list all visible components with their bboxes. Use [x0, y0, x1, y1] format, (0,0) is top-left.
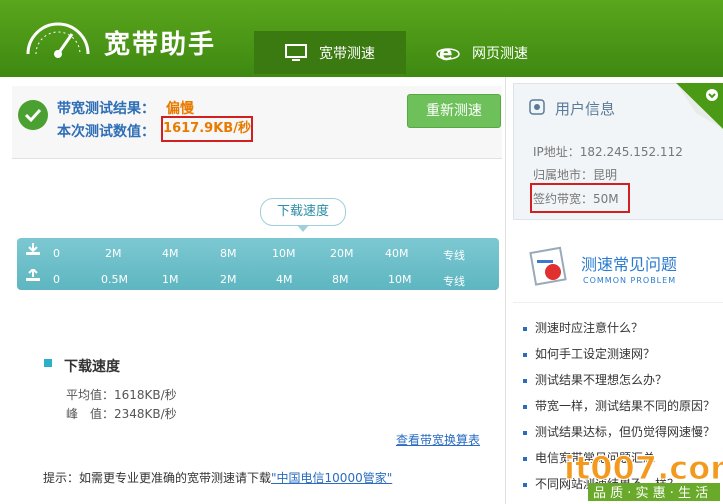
- tab-web-speed[interactable]: e 网页测速: [436, 31, 566, 74]
- download-icon: [26, 243, 40, 255]
- user-info-icon: [529, 99, 545, 115]
- watermark-slogan: 品 质 · 实 惠 · 生 活: [593, 486, 708, 501]
- faq-title: 测速常见问题: [581, 255, 678, 274]
- result-label: 带宽测试结果：: [57, 101, 155, 117]
- scale-tick: 10M: [272, 247, 296, 260]
- it007-watermark-logo: it007.com 品 质 · 实 惠 · 生 活: [564, 449, 723, 501]
- faq-item[interactable]: 测试结果达标，但仍觉得网速慢？: [523, 423, 715, 440]
- bandwidth-table-link[interactable]: 查看带宽换算表: [396, 431, 480, 448]
- scale-tick: 8M: [332, 273, 349, 286]
- scale-tick: 40M: [385, 247, 409, 260]
- user-info-title: 用户信息: [555, 100, 616, 118]
- section-marker: [44, 359, 52, 367]
- scale-tick: 4M: [162, 247, 179, 260]
- upload-icon: [26, 269, 40, 281]
- tip-download-link[interactable]: "中国电信10000管家": [271, 471, 392, 485]
- scale-tick: 2M: [105, 247, 122, 260]
- faq-document-icon: [529, 246, 567, 286]
- scale-tick: 1M: [162, 273, 179, 286]
- scale-tick: 0: [53, 247, 60, 260]
- tab-label: 网页测速: [472, 45, 528, 62]
- svg-text:e: e: [439, 42, 453, 64]
- check-circle-icon: [18, 100, 48, 130]
- tab-broadband-speed[interactable]: 宽带测速: [254, 31, 406, 74]
- monitor-icon: [285, 43, 307, 61]
- faq-subtitle: COMMON PROBLEM: [583, 276, 677, 285]
- contract-bandwidth: 签约带宽：50M: [533, 192, 619, 206]
- scale-tick: 0.5M: [101, 273, 128, 286]
- ip-address: IP地址：182.245.152.112: [533, 145, 683, 159]
- watermark-brand: it007.com: [564, 449, 723, 487]
- tip-text: 提示：如需更专业更准确的宽带测速请下载"中国电信10000管家": [43, 469, 392, 486]
- scale-tick: 0: [53, 273, 60, 286]
- corner-fold-download-icon[interactable]: [676, 83, 723, 129]
- download-speed-pill: 下载速度: [260, 198, 346, 232]
- app-title: 宽带助手: [104, 30, 217, 60]
- test-value: 1617.9KB/秒: [161, 116, 253, 142]
- scale-tick: 8M: [220, 247, 237, 260]
- tab-label: 宽带测速: [319, 45, 375, 62]
- tip-prefix: 提示：如需更专业更准确的宽带测速请下载: [43, 471, 272, 485]
- location: 归属地市：昆明: [533, 168, 618, 182]
- result-status: 偏慢: [166, 101, 194, 117]
- scale-tick: 2M: [220, 273, 237, 286]
- faq-item[interactable]: 测试结果不理想怎么办？: [523, 371, 667, 388]
- faq-item[interactable]: 测速时应注意什么？: [523, 319, 643, 336]
- scale-tick: 专线: [443, 249, 465, 262]
- scale-tick: 20M: [330, 247, 354, 260]
- download-speed-title: 下载速度: [64, 359, 120, 375]
- test-value-label: 本次测试数值：: [57, 124, 155, 140]
- speedometer-icon: [26, 22, 90, 58]
- peak-speed: 峰 值：2348KB/秒: [66, 407, 177, 421]
- browser-e-icon: e: [436, 42, 460, 64]
- scale-tick: 10M: [388, 273, 412, 286]
- average-speed: 平均值：1618KB/秒: [66, 388, 177, 402]
- scale-tick: 专线: [443, 275, 465, 288]
- retest-button[interactable]: 重新测速: [407, 94, 501, 128]
- faq-item[interactable]: 带宽一样，测试结果不同的原因？: [523, 397, 715, 414]
- faq-item[interactable]: 如何手工设定测速网？: [523, 345, 655, 362]
- speed-scale: [17, 238, 499, 290]
- scale-tick: 4M: [276, 273, 293, 286]
